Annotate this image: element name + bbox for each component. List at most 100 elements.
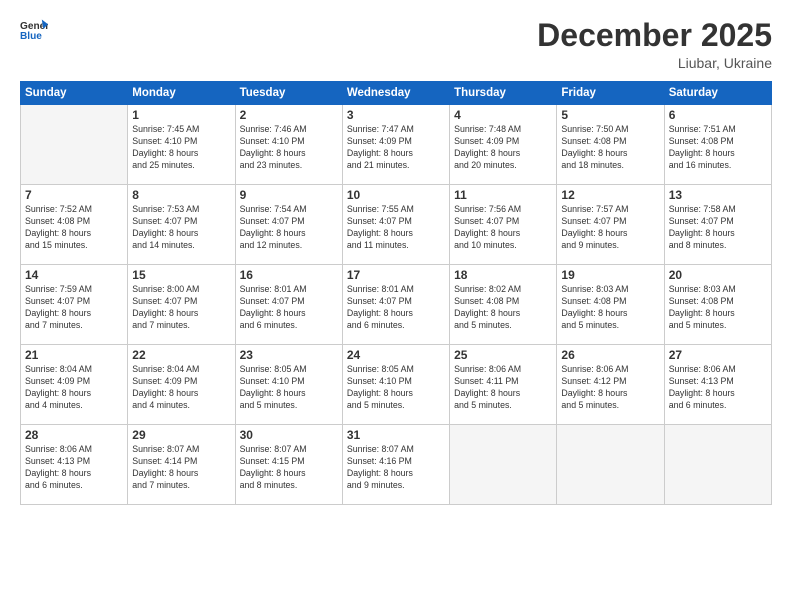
day-number: 19 bbox=[561, 268, 659, 282]
day-info: Sunrise: 7:53 AM Sunset: 4:07 PM Dayligh… bbox=[132, 204, 230, 252]
day-info: Sunrise: 8:01 AM Sunset: 4:07 PM Dayligh… bbox=[347, 284, 445, 332]
day-number: 2 bbox=[240, 108, 338, 122]
table-row: 26 Sunrise: 8:06 AM Sunset: 4:12 PM Dayli… bbox=[557, 345, 664, 425]
day-info: Sunrise: 8:05 AM Sunset: 4:10 PM Dayligh… bbox=[240, 364, 338, 412]
table-row: 5 Sunrise: 7:50 AM Sunset: 4:08 PM Daylig… bbox=[557, 105, 664, 185]
month-title: December 2025 bbox=[537, 18, 772, 53]
table-row: 20 Sunrise: 8:03 AM Sunset: 4:08 PM Dayli… bbox=[664, 265, 771, 345]
day-info: Sunrise: 8:04 AM Sunset: 4:09 PM Dayligh… bbox=[25, 364, 123, 412]
day-info: Sunrise: 8:06 AM Sunset: 4:11 PM Dayligh… bbox=[454, 364, 552, 412]
day-info: Sunrise: 7:58 AM Sunset: 4:07 PM Dayligh… bbox=[669, 204, 767, 252]
day-info: Sunrise: 8:07 AM Sunset: 4:15 PM Dayligh… bbox=[240, 444, 338, 492]
day-number: 1 bbox=[132, 108, 230, 122]
calendar-week-row: 1 Sunrise: 7:45 AM Sunset: 4:10 PM Daylig… bbox=[21, 105, 772, 185]
calendar-header-row: Sunday Monday Tuesday Wednesday Thursday… bbox=[21, 82, 772, 105]
col-saturday: Saturday bbox=[664, 82, 771, 105]
table-row: 4 Sunrise: 7:48 AM Sunset: 4:09 PM Daylig… bbox=[450, 105, 557, 185]
calendar-week-row: 21Sunrise: 8:04 AM Sunset: 4:09 PM Dayli… bbox=[21, 345, 772, 425]
table-row: 9 Sunrise: 7:54 AM Sunset: 4:07 PM Daylig… bbox=[235, 185, 342, 265]
day-info: Sunrise: 8:00 AM Sunset: 4:07 PM Dayligh… bbox=[132, 284, 230, 332]
day-info: Sunrise: 8:07 AM Sunset: 4:16 PM Dayligh… bbox=[347, 444, 445, 492]
table-row: 30 Sunrise: 8:07 AM Sunset: 4:15 PM Dayli… bbox=[235, 425, 342, 505]
header: General Blue December 2025 Liubar, Ukrai… bbox=[20, 18, 772, 71]
calendar-week-row: 28Sunrise: 8:06 AM Sunset: 4:13 PM Dayli… bbox=[21, 425, 772, 505]
table-row: 6 Sunrise: 7:51 AM Sunset: 4:08 PM Daylig… bbox=[664, 105, 771, 185]
day-info: Sunrise: 7:52 AM Sunset: 4:08 PM Dayligh… bbox=[25, 204, 123, 252]
day-number: 9 bbox=[240, 188, 338, 202]
day-number: 11 bbox=[454, 188, 552, 202]
table-row: 24Sunrise: 8:05 AM Sunset: 4:10 PM Dayli… bbox=[342, 345, 449, 425]
day-number: 30 bbox=[240, 428, 338, 442]
day-info: Sunrise: 7:55 AM Sunset: 4:07 PM Dayligh… bbox=[347, 204, 445, 252]
day-number: 26 bbox=[561, 348, 659, 362]
day-number: 20 bbox=[669, 268, 767, 282]
table-row: 21Sunrise: 8:04 AM Sunset: 4:09 PM Dayli… bbox=[21, 345, 128, 425]
day-info: Sunrise: 7:54 AM Sunset: 4:07 PM Dayligh… bbox=[240, 204, 338, 252]
day-info: Sunrise: 8:04 AM Sunset: 4:09 PM Dayligh… bbox=[132, 364, 230, 412]
table-row bbox=[664, 425, 771, 505]
table-row: 3 Sunrise: 7:47 AM Sunset: 4:09 PM Daylig… bbox=[342, 105, 449, 185]
col-sunday: Sunday bbox=[21, 82, 128, 105]
table-row: 31 Sunrise: 8:07 AM Sunset: 4:16 PM Dayli… bbox=[342, 425, 449, 505]
day-number: 24 bbox=[347, 348, 445, 362]
day-number: 6 bbox=[669, 108, 767, 122]
table-row: 2 Sunrise: 7:46 AM Sunset: 4:10 PM Daylig… bbox=[235, 105, 342, 185]
day-number: 5 bbox=[561, 108, 659, 122]
table-row: 11 Sunrise: 7:56 AM Sunset: 4:07 PM Dayli… bbox=[450, 185, 557, 265]
table-row: 13Sunrise: 7:58 AM Sunset: 4:07 PM Dayli… bbox=[664, 185, 771, 265]
table-row: 17Sunrise: 8:01 AM Sunset: 4:07 PM Dayli… bbox=[342, 265, 449, 345]
day-number: 12 bbox=[561, 188, 659, 202]
day-info: Sunrise: 7:48 AM Sunset: 4:09 PM Dayligh… bbox=[454, 124, 552, 172]
logo-icon: General Blue bbox=[20, 18, 48, 46]
day-number: 14 bbox=[25, 268, 123, 282]
table-row bbox=[557, 425, 664, 505]
day-info: Sunrise: 8:02 AM Sunset: 4:08 PM Dayligh… bbox=[454, 284, 552, 332]
day-info: Sunrise: 8:06 AM Sunset: 4:13 PM Dayligh… bbox=[669, 364, 767, 412]
day-info: Sunrise: 8:06 AM Sunset: 4:13 PM Dayligh… bbox=[25, 444, 123, 492]
table-row: 28Sunrise: 8:06 AM Sunset: 4:13 PM Dayli… bbox=[21, 425, 128, 505]
day-number: 29 bbox=[132, 428, 230, 442]
day-info: Sunrise: 7:50 AM Sunset: 4:08 PM Dayligh… bbox=[561, 124, 659, 172]
day-number: 31 bbox=[347, 428, 445, 442]
table-row: 25 Sunrise: 8:06 AM Sunset: 4:11 PM Dayli… bbox=[450, 345, 557, 425]
table-row: 22Sunrise: 8:04 AM Sunset: 4:09 PM Dayli… bbox=[128, 345, 235, 425]
table-row: 12Sunrise: 7:57 AM Sunset: 4:07 PM Dayli… bbox=[557, 185, 664, 265]
table-row: 19 Sunrise: 8:03 AM Sunset: 4:08 PM Dayli… bbox=[557, 265, 664, 345]
table-row: 8 Sunrise: 7:53 AM Sunset: 4:07 PM Daylig… bbox=[128, 185, 235, 265]
day-info: Sunrise: 8:03 AM Sunset: 4:08 PM Dayligh… bbox=[669, 284, 767, 332]
day-info: Sunrise: 8:06 AM Sunset: 4:12 PM Dayligh… bbox=[561, 364, 659, 412]
day-number: 27 bbox=[669, 348, 767, 362]
day-number: 7 bbox=[25, 188, 123, 202]
day-info: Sunrise: 7:47 AM Sunset: 4:09 PM Dayligh… bbox=[347, 124, 445, 172]
day-number: 23 bbox=[240, 348, 338, 362]
logo: General Blue bbox=[20, 18, 48, 46]
day-info: Sunrise: 7:45 AM Sunset: 4:10 PM Dayligh… bbox=[132, 124, 230, 172]
day-number: 18 bbox=[454, 268, 552, 282]
day-number: 25 bbox=[454, 348, 552, 362]
day-number: 3 bbox=[347, 108, 445, 122]
day-info: Sunrise: 7:56 AM Sunset: 4:07 PM Dayligh… bbox=[454, 204, 552, 252]
page: General Blue December 2025 Liubar, Ukrai… bbox=[0, 0, 792, 612]
day-number: 8 bbox=[132, 188, 230, 202]
col-friday: Friday bbox=[557, 82, 664, 105]
table-row: 1 Sunrise: 7:45 AM Sunset: 4:10 PM Daylig… bbox=[128, 105, 235, 185]
title-area: December 2025 Liubar, Ukraine bbox=[537, 18, 772, 71]
table-row: 29Sunrise: 8:07 AM Sunset: 4:14 PM Dayli… bbox=[128, 425, 235, 505]
table-row: 23 Sunrise: 8:05 AM Sunset: 4:10 PM Dayli… bbox=[235, 345, 342, 425]
col-thursday: Thursday bbox=[450, 82, 557, 105]
calendar-week-row: 14 Sunrise: 7:59 AM Sunset: 4:07 PM Dayli… bbox=[21, 265, 772, 345]
table-row: 15Sunrise: 8:00 AM Sunset: 4:07 PM Dayli… bbox=[128, 265, 235, 345]
day-info: Sunrise: 8:03 AM Sunset: 4:08 PM Dayligh… bbox=[561, 284, 659, 332]
day-info: Sunrise: 7:51 AM Sunset: 4:08 PM Dayligh… bbox=[669, 124, 767, 172]
day-number: 4 bbox=[454, 108, 552, 122]
svg-text:Blue: Blue bbox=[20, 31, 42, 42]
table-row bbox=[21, 105, 128, 185]
table-row: 18 Sunrise: 8:02 AM Sunset: 4:08 PM Dayli… bbox=[450, 265, 557, 345]
day-info: Sunrise: 7:59 AM Sunset: 4:07 PM Dayligh… bbox=[25, 284, 123, 332]
table-row: 7 Sunrise: 7:52 AM Sunset: 4:08 PM Daylig… bbox=[21, 185, 128, 265]
table-row: 16Sunrise: 8:01 AM Sunset: 4:07 PM Dayli… bbox=[235, 265, 342, 345]
table-row: 14 Sunrise: 7:59 AM Sunset: 4:07 PM Dayli… bbox=[21, 265, 128, 345]
day-info: Sunrise: 7:46 AM Sunset: 4:10 PM Dayligh… bbox=[240, 124, 338, 172]
calendar-week-row: 7 Sunrise: 7:52 AM Sunset: 4:08 PM Daylig… bbox=[21, 185, 772, 265]
day-number: 10 bbox=[347, 188, 445, 202]
